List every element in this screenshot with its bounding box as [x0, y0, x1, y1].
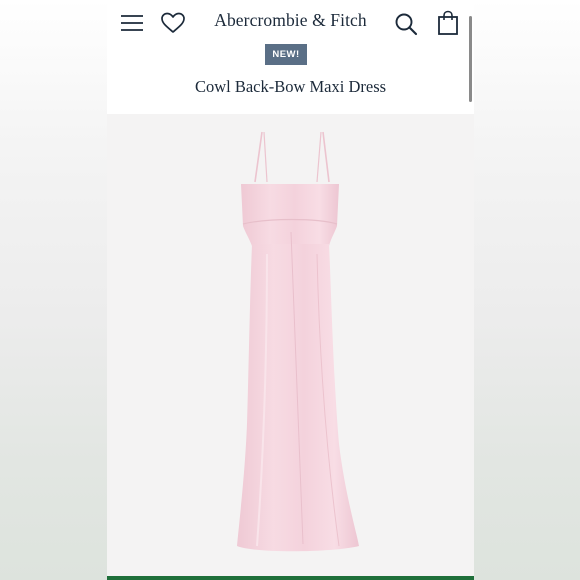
- shopping-bag-icon[interactable]: [437, 10, 459, 36]
- bottom-accent-bar: [107, 576, 474, 580]
- new-badge: NEW!: [265, 44, 307, 65]
- scrollbar[interactable]: [469, 16, 472, 102]
- product-image: [237, 131, 359, 552]
- brand-logo[interactable]: Abercrombie & Fitch: [107, 10, 474, 31]
- app-screen: Abercrombie & Fitch NEW! Cowl Back-Bow M…: [107, 0, 474, 580]
- product-title: Cowl Back-Bow Maxi Dress: [194, 77, 387, 96]
- header: Abercrombie & Fitch NEW! Cowl Back-Bow M…: [107, 0, 474, 114]
- search-icon[interactable]: [394, 12, 418, 36]
- product-image-area[interactable]: [107, 114, 474, 576]
